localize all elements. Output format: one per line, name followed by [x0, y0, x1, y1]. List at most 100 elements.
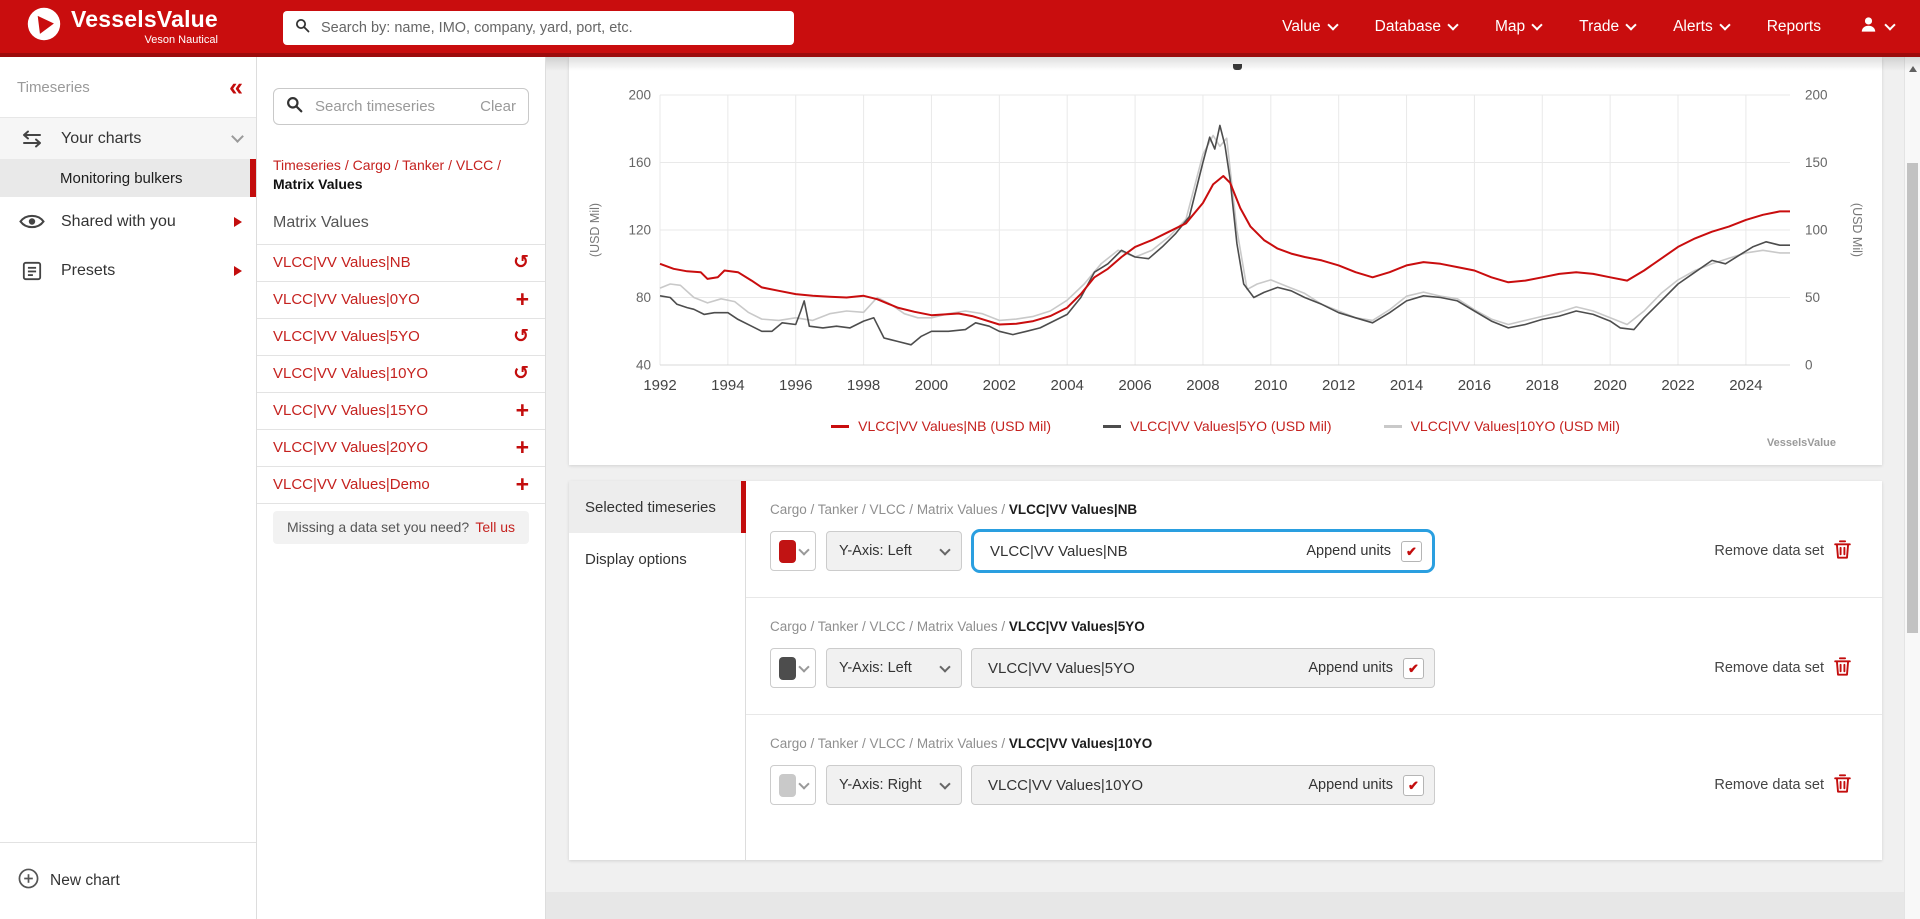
tab-selected-timeseries[interactable]: Selected timeseries [569, 481, 746, 533]
timeseries-chart: 200 160 120 80 40 200 150 100 50 0 1992 1994 1996 199… [588, 88, 1864, 395]
legend-dash [1383, 424, 1402, 428]
chevron-down-icon [1625, 19, 1637, 31]
sidebar-item-monitoring-bulkers[interactable]: Monitoring bulkers [0, 159, 256, 197]
check-icon [1406, 545, 1417, 558]
your-charts-label: Your charts [61, 129, 142, 147]
series-name-input[interactable] [988, 541, 1297, 561]
timeseries-item-vlcc-vv-values-nb[interactable]: VLCC|VV Values|NB [257, 245, 545, 282]
legend-item-vlcc-vv-values-5yo-usd-mil[interactable]: VLCC|VV Values|5YO (USD Mil) [1103, 418, 1332, 434]
timeseries-item-vlcc-vv-values-5yo[interactable]: VLCC|VV Values|5YO [257, 319, 545, 356]
remove-data-set-label: Remove data set [1714, 777, 1824, 793]
chevron-down-icon [1326, 19, 1339, 31]
timeseries-item-vlcc-vv-values-20yo[interactable]: VLCC|VV Values|20YO [257, 430, 545, 467]
nav-item-database[interactable]: Database [1375, 18, 1459, 36]
row-breadcrumb: Cargo / Tanker / VLCC / Matrix Values / … [770, 736, 1153, 751]
tab-label: Display options [585, 550, 687, 568]
selected-row-vlcc-vv-values-10yo: Cargo / Tanker / VLCC / Matrix Values / … [746, 714, 1882, 831]
scrollbar-thumb[interactable] [1907, 163, 1918, 633]
series-color-swatch [778, 773, 796, 797]
nav-item-reports[interactable]: Reports [1767, 18, 1821, 36]
svg-text:80: 80 [636, 290, 651, 305]
brand-name: VesselsValue [71, 5, 218, 32]
nav-item-alerts[interactable]: Alerts [1673, 18, 1731, 36]
y-axis-select[interactable]: Y-Axis: Left [826, 648, 962, 688]
breadcrumb-link-vlcc[interactable]: VLCC [456, 157, 493, 173]
legend-label: VLCC|VV Values|NB (USD Mil) [858, 418, 1052, 434]
new-chart-button[interactable]: New chart [0, 843, 256, 919]
svg-text:(USD Mil): (USD Mil) [588, 203, 602, 257]
timeseries-item-vlcc-vv-values-15yo[interactable]: VLCC|VV Values|15YO [257, 393, 545, 430]
missing-dataset-question: Missing a data set you need? [287, 519, 470, 536]
breadcrumb-link-tanker[interactable]: Tanker [402, 157, 444, 173]
timeseries-item-label: VLCC|VV Values|NB [273, 254, 411, 272]
remove-data-set-button[interactable]: Remove data set [1714, 539, 1852, 564]
nav-item-trade[interactable]: Trade [1579, 18, 1637, 36]
chevron-down-icon [939, 777, 951, 790]
timeseries-item-vlcc-vv-values-0yo[interactable]: VLCC|VV Values|0YO [257, 282, 545, 319]
add-icon[interactable] [516, 436, 529, 459]
breadcrumb-link-cargo[interactable]: Cargo [353, 157, 391, 173]
timeseries-item-label: VLCC|VV Values|5YO [273, 328, 420, 346]
append-units-checkbox[interactable] [1401, 540, 1422, 562]
nav-item-map[interactable]: Map [1495, 18, 1543, 36]
y-axis-select[interactable]: Y-Axis: Left [826, 531, 962, 571]
add-icon[interactable] [516, 399, 529, 422]
color-swatch-select[interactable] [770, 648, 816, 688]
brand-logo[interactable]: VesselsValue Veson Nautical [26, 6, 218, 47]
timeseries-item-label: VLCC|VV Values|20YO [273, 439, 429, 457]
legend-dash [1103, 424, 1122, 428]
tab-display-options[interactable]: Display options [569, 533, 745, 585]
legend-item-vlcc-vv-values-10yo-usd-mil[interactable]: VLCC|VV Values|10YO (USD Mil) [1383, 418, 1620, 434]
svg-text:2008: 2008 [1186, 377, 1219, 394]
chevron-down-icon [1531, 19, 1543, 31]
series-name-input[interactable] [986, 775, 1299, 795]
timeseries-item-vlcc-vv-values-demo[interactable]: VLCC|VV Values|Demo [257, 467, 545, 504]
svg-text:2016: 2016 [1458, 377, 1491, 394]
scroll-up-icon[interactable] [1909, 66, 1917, 72]
nav-item-value[interactable]: Value [1282, 18, 1339, 36]
chevron-down-icon [797, 777, 810, 790]
user-icon [1859, 15, 1878, 39]
chevron-down-icon [1447, 19, 1459, 31]
sidebar: Timeseries Your charts Monitoring bulker… [0, 57, 257, 919]
timeseries-item-vlcc-vv-values-10yo[interactable]: VLCC|VV Values|10YO [257, 356, 545, 393]
remove-data-set-button[interactable]: Remove data set [1714, 773, 1852, 798]
timeseries-item-label: VLCC|VV Values|0YO [273, 291, 420, 309]
legend-item-vlcc-vv-values-nb-usd-mil[interactable]: VLCC|VV Values|NB (USD Mil) [831, 418, 1051, 434]
sidebar-item-your-charts[interactable]: Your charts [0, 117, 256, 159]
series-name-input[interactable] [986, 658, 1299, 678]
svg-text:1992: 1992 [643, 377, 676, 394]
tell-us-link[interactable]: Tell us [475, 519, 515, 535]
y-axis-value: Y-Axis: Left [839, 543, 912, 559]
add-icon[interactable] [516, 288, 529, 311]
svg-text:2020: 2020 [1593, 377, 1626, 394]
undo-icon[interactable] [513, 253, 529, 272]
color-swatch-select[interactable] [770, 765, 816, 805]
color-swatch-select[interactable] [770, 531, 816, 571]
chart-watermark: VesselsValue [1766, 437, 1836, 449]
sidebar-item-presets[interactable]: Presets [0, 246, 256, 295]
remove-data-set-button[interactable]: Remove data set [1714, 656, 1852, 681]
append-units-checkbox[interactable] [1403, 774, 1424, 796]
y-axis-select[interactable]: Y-Axis: Right [826, 765, 962, 805]
user-menu[interactable] [1859, 15, 1896, 39]
breadcrumb-link-timeseries[interactable]: Timeseries [273, 157, 341, 173]
global-search[interactable] [283, 11, 794, 45]
page-scrollbar[interactable] [1904, 57, 1920, 919]
undo-icon[interactable] [513, 364, 529, 383]
append-units-checkbox[interactable] [1403, 657, 1424, 679]
clear-search-button[interactable]: Clear [480, 98, 516, 115]
sidebar-item-shared-with-you[interactable]: Shared with you [0, 197, 256, 246]
legend-label: VLCC|VV Values|10YO (USD Mil) [1410, 418, 1620, 434]
timeseries-search[interactable]: Clear [273, 88, 529, 125]
global-search-input[interactable] [319, 19, 782, 37]
undo-icon[interactable] [513, 327, 529, 346]
row-breadcrumb-name: VLCC|VV Values|NB [1008, 502, 1138, 517]
svg-text:2018: 2018 [1526, 377, 1559, 394]
selected-chart-label: Monitoring bulkers [60, 169, 183, 187]
add-icon[interactable] [516, 473, 529, 496]
append-units-label: Append units [1308, 660, 1393, 676]
timeseries-search-input[interactable] [313, 97, 471, 116]
chevron-down-icon [939, 660, 951, 673]
collapse-sidebar-icon[interactable] [229, 77, 243, 97]
